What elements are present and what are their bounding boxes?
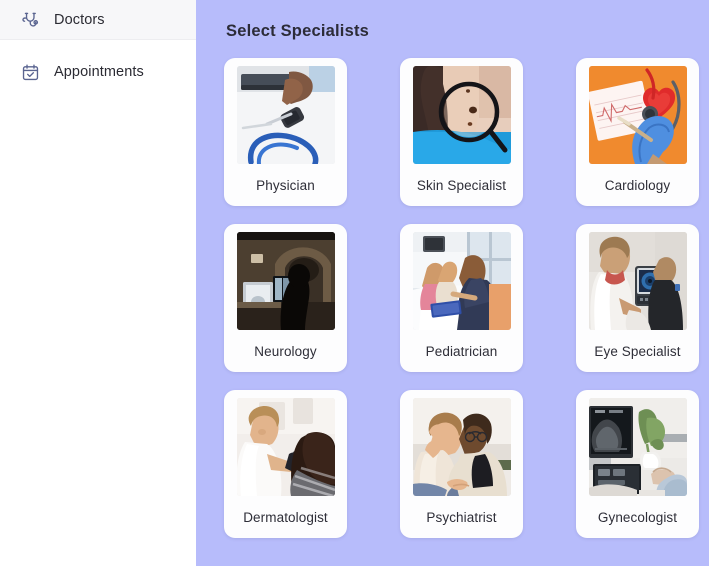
specialist-card-label: Pediatrician [425,343,498,359]
sidebar-item-label: Appointments [54,64,144,80]
specialist-card-label: Dermatologist [243,509,328,525]
specialist-card-label: Gynecologist [597,509,678,525]
specialist-card-label: Psychiatrist [426,509,497,525]
eye-specialist-photo [588,232,687,330]
app-root: Doctors Appointments Select Specialists [0,0,709,570]
dermatologist-photo [236,398,335,496]
specialists-panel: Select Specialists Physician Skin Specia… [196,0,709,566]
sidebar-item-appointments[interactable]: Appointments [0,52,196,92]
specialist-card-eye-specialist[interactable]: Eye Specialist [576,224,699,372]
specialist-card-grid: Physician Skin Specialist Cardiology Neu… [224,58,699,538]
specialist-card-label: Skin Specialist [416,177,507,193]
specialist-card-pediatrician[interactable]: Pediatrician [400,224,523,372]
psychiatrist-photo [412,398,511,496]
sidebar: Doctors Appointments [0,0,196,570]
specialist-card-psychiatrist[interactable]: Psychiatrist [400,390,523,538]
specialist-card-gynecologist[interactable]: Gynecologist [576,390,699,538]
cardiology-photo [588,66,687,164]
specialist-card-physician[interactable]: Physician [224,58,347,206]
calendar-check-icon [21,63,40,82]
specialist-card-cardiology[interactable]: Cardiology [576,58,699,206]
sidebar-item-doctors[interactable]: Doctors [0,0,196,40]
pediatrician-photo [412,232,511,330]
specialist-card-label: Eye Specialist [594,343,681,359]
stethoscope-icon [21,10,40,29]
neurology-photo [236,232,335,330]
physician-photo [236,66,335,164]
specialist-card-label: Neurology [254,343,317,359]
sidebar-item-label: Doctors [54,11,105,28]
specialist-card-neurology[interactable]: Neurology [224,224,347,372]
skin-specialist-photo [412,66,511,164]
page-title: Select Specialists [226,22,370,40]
specialist-card-label: Physician [256,177,315,193]
specialist-card-skin-specialist[interactable]: Skin Specialist [400,58,523,206]
specialist-card-label: Cardiology [604,177,671,193]
gynecologist-photo [588,398,687,496]
specialist-card-dermatologist[interactable]: Dermatologist [224,390,347,538]
